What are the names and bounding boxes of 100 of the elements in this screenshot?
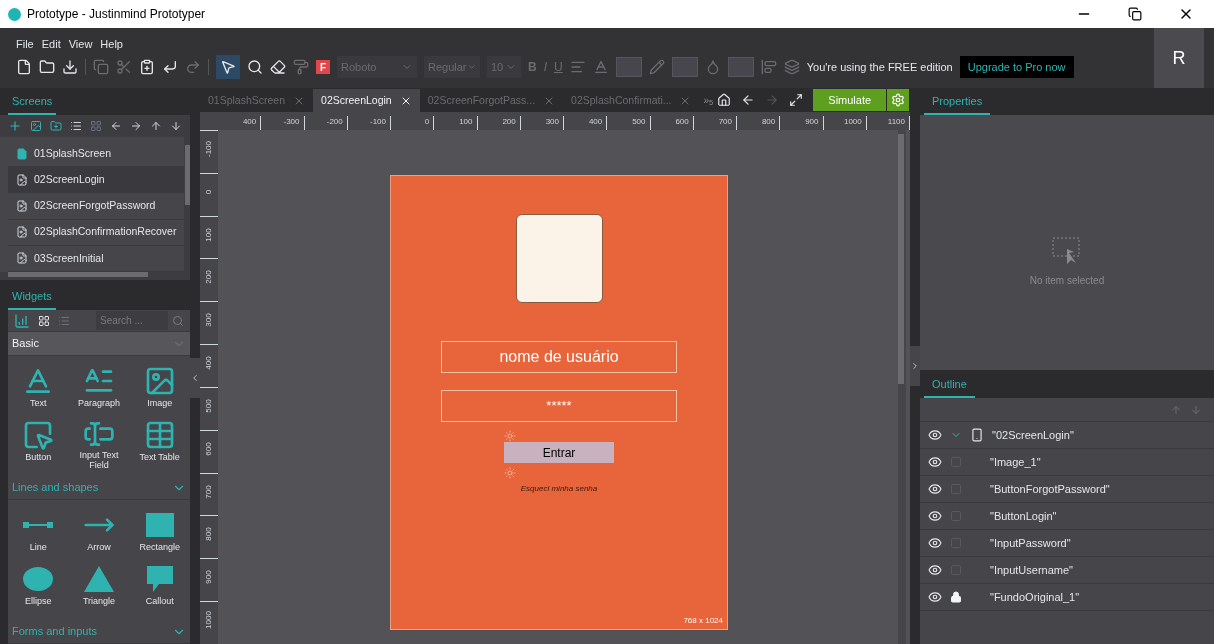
eye-icon[interactable] [928, 590, 942, 604]
widget-item[interactable]: Rectangle [129, 508, 190, 558]
eye-icon[interactable] [928, 482, 942, 496]
fit-icon[interactable] [789, 93, 804, 107]
arrow-left-icon[interactable] [110, 120, 122, 132]
pointer-widget-icon[interactable] [22, 419, 55, 451]
image-icon[interactable] [30, 120, 42, 132]
eye-icon[interactable] [928, 563, 942, 577]
folder-icon[interactable] [39, 59, 55, 75]
widget-item[interactable]: Input Text Field [68, 418, 130, 468]
edition-notice: You're using the FREE edition [806, 59, 953, 75]
widget-item[interactable]: Paragraph [68, 364, 130, 414]
widget-item[interactable]: Callout [129, 562, 190, 612]
window-title: Prototype - Justinmind Prototyper [27, 6, 206, 23]
color-dropdown[interactable] [615, 57, 642, 77]
redo-icon[interactable] [185, 59, 201, 75]
search-icon[interactable] [247, 59, 263, 75]
widget-library-icon[interactable] [14, 312, 30, 329]
ruler-label: 700 [203, 484, 214, 499]
font-color-icon[interactable] [592, 59, 609, 75]
return-icon[interactable] [162, 59, 178, 75]
font-badge: F [316, 60, 330, 74]
menu-item[interactable]: Help [100, 35, 123, 52]
eye-icon[interactable] [928, 536, 942, 550]
outline-item[interactable]: "InputUsername" [990, 561, 1073, 579]
widget-item[interactable]: Text Table [129, 418, 190, 468]
outline-item[interactable]: "ButtonForgotPassword" [990, 480, 1110, 498]
ruler-label: 100 [203, 228, 214, 242]
screen-item[interactable]: 02SplashConfirmationRecover [8, 219, 185, 246]
new-file-icon[interactable] [16, 59, 32, 75]
screen-item[interactable]: 02ScreenLogin [8, 167, 185, 194]
ruler-label: 600 [675, 116, 689, 128]
eye-icon[interactable] [928, 428, 942, 442]
download-icon[interactable] [62, 59, 78, 75]
pencil-icon[interactable] [648, 59, 665, 75]
arrow-right-icon[interactable] [130, 120, 142, 132]
ruler-label: 0 [424, 116, 430, 128]
restore-icon[interactable] [1128, 7, 1142, 21]
page-icon [16, 226, 28, 239]
widget-item[interactable]: Ellipse [8, 562, 69, 612]
scrollbar[interactable] [8, 272, 148, 277]
ellipse-widget-icon[interactable] [23, 567, 54, 591]
align-icon[interactable] [569, 59, 586, 75]
section-header[interactable]: Basic [8, 332, 190, 356]
eye-icon[interactable] [928, 509, 942, 523]
widget-item[interactable]: Text [8, 364, 69, 414]
widget-item[interactable]: Arrow [68, 508, 130, 558]
add-icon[interactable] [8, 119, 22, 133]
page-icon [16, 173, 28, 186]
ruler-label: 600 [203, 442, 214, 456]
lock-icon[interactable] [950, 591, 962, 603]
home-icon[interactable] [717, 93, 732, 107]
clipboard-icon[interactable] [139, 59, 155, 75]
menu-item[interactable]: File [16, 35, 34, 52]
outline-item[interactable]: "02ScreenLogin" [992, 426, 1074, 444]
ruler-label: -300 [283, 116, 300, 128]
widget-item[interactable]: Line [8, 508, 69, 558]
outline-item[interactable]: "Image_1" [990, 453, 1041, 471]
upgrade-button[interactable]: Upgrade to Pro now [959, 56, 1074, 78]
overflow-tabs[interactable]: »$_{5}$ [699, 92, 718, 108]
ruler-label: 100 [459, 116, 473, 128]
paint-roller-icon[interactable] [293, 59, 309, 75]
ruler-label: -200 [326, 116, 343, 128]
collapse-handle[interactable] [910, 346, 920, 386]
widget-item[interactable]: Triangle [68, 562, 130, 612]
widget-item[interactable]: Image [129, 364, 190, 414]
scissors-icon[interactable] [116, 59, 132, 75]
eye-icon[interactable] [928, 455, 942, 469]
outline-item[interactable]: "ButtonLogin" [990, 507, 1057, 525]
line-widget-icon[interactable] [23, 521, 54, 529]
eraser-icon[interactable] [270, 59, 286, 75]
screen-tab[interactable]: 02ScreenLogin [313, 89, 420, 112]
screen-item[interactable]: 02ScreenForgotPassword [8, 193, 185, 220]
arrow-down-icon[interactable] [170, 120, 182, 132]
color-dropdown[interactable] [671, 57, 698, 77]
ruler-label: -100 [203, 141, 214, 157]
grid-icon[interactable] [38, 314, 50, 327]
chevron-right-icon[interactable] [910, 361, 920, 371]
widget-search-field[interactable]: Search ... [96, 311, 168, 330]
forgot-password-link[interactable]: Esqueci minha senha [520, 483, 598, 495]
list-icon[interactable] [70, 120, 82, 132]
callout-widget-icon[interactable] [146, 566, 173, 592]
menu-item[interactable]: Edit [41, 35, 61, 52]
widget-item[interactable]: Button [8, 418, 69, 468]
align-objects-icon[interactable] [760, 59, 777, 75]
rectangle-widget-icon[interactable] [145, 513, 174, 537]
triangle-widget-icon[interactable] [84, 566, 114, 592]
user-avatar[interactable]: R [1154, 28, 1204, 88]
layers-icon[interactable] [783, 59, 800, 75]
ruler-label: 1000 [843, 116, 862, 128]
color-dropdown[interactable] [727, 57, 754, 77]
outline-item[interactable]: "InputPassword" [990, 534, 1071, 552]
copy-icon[interactable] [93, 59, 109, 75]
ruler-label: 800 [203, 527, 214, 542]
arrow-up-icon[interactable] [150, 120, 162, 132]
login-button[interactable]: Entrar [504, 442, 614, 463]
chevron-left-icon[interactable] [190, 373, 200, 383]
menu-item[interactable]: View [68, 35, 93, 52]
ruler-label: 300 [203, 313, 214, 327]
outline-item[interactable]: "FundoOriginal_1" [990, 588, 1080, 606]
